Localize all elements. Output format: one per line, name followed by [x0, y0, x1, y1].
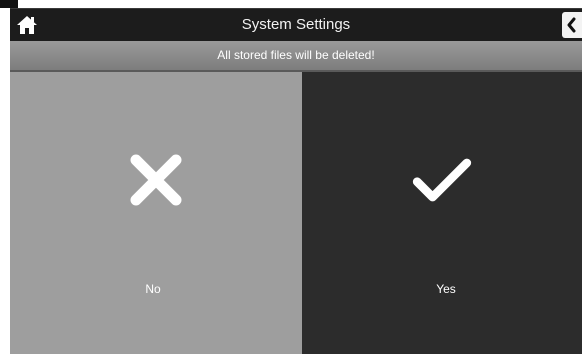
back-button[interactable]: [562, 12, 582, 38]
page-title: System Settings: [241, 16, 351, 33]
no-button[interactable]: No: [10, 72, 302, 354]
home-button[interactable]: [12, 11, 42, 39]
frame-corner: [0, 0, 18, 8]
system-settings-screen: System Settings All stored files will be…: [0, 0, 582, 354]
checkmark-icon: [412, 158, 472, 202]
yes-label: Yes: [436, 282, 456, 296]
back-chevron-icon: [567, 17, 576, 33]
warning-message: All stored files will be deleted!: [10, 41, 582, 72]
yes-button[interactable]: Yes: [302, 72, 582, 354]
no-label: No: [145, 282, 161, 296]
header-bar: System Settings: [10, 8, 582, 41]
close-x-icon: [130, 154, 182, 206]
home-icon: [17, 16, 37, 34]
